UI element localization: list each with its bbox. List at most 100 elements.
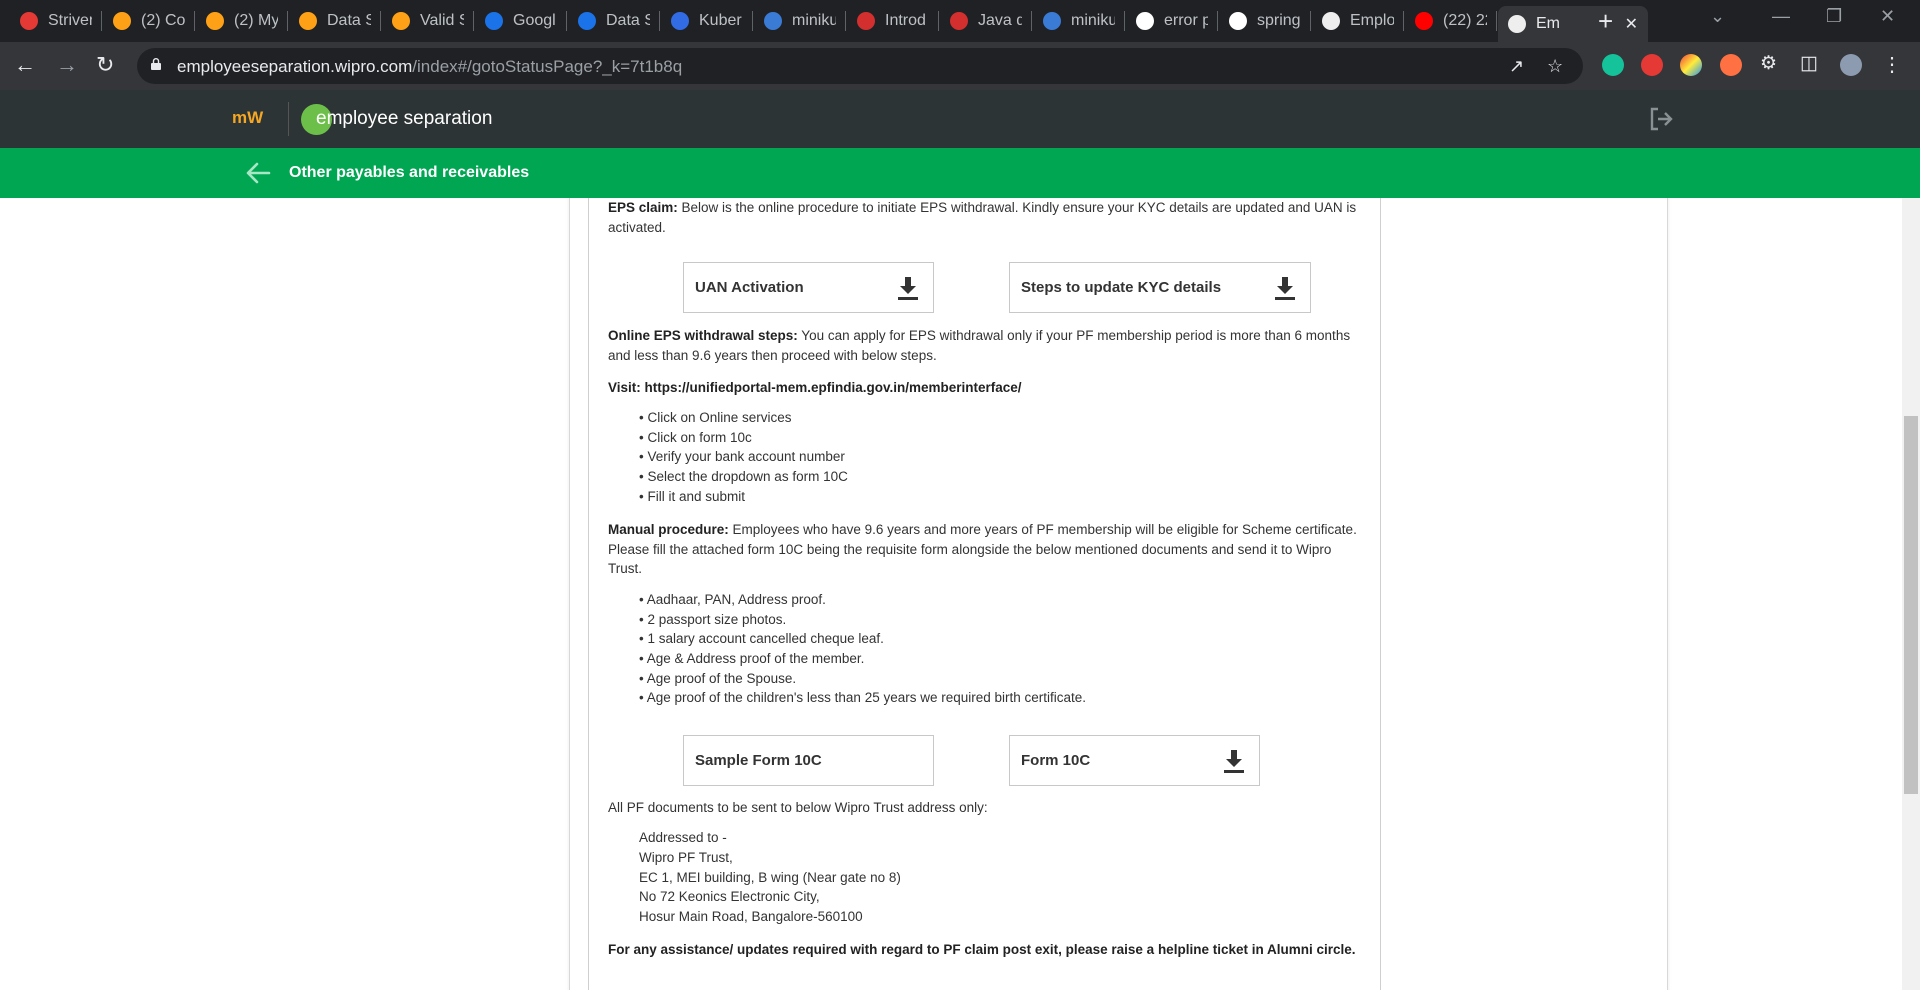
- browser-tab[interactable]: error p: [1126, 7, 1208, 35]
- browser-tab-title: (2) My: [234, 12, 278, 29]
- list-item: • 2 passport size photos.: [639, 612, 787, 627]
- leetcode-icon: [206, 12, 224, 30]
- tab-separator: [473, 11, 474, 31]
- browser-tab[interactable]: spring: [1219, 7, 1301, 35]
- list-item: • Aadhaar, PAN, Address proof.: [639, 592, 826, 607]
- restore-icon[interactable]: ❐: [1826, 6, 1842, 27]
- close-tab-icon[interactable]: ✕: [1625, 14, 1638, 34]
- tab-separator: [1031, 11, 1032, 31]
- share-icon[interactable]: ↗: [1509, 56, 1524, 77]
- list-item: • Fill it and submit: [639, 489, 746, 504]
- browser-tab[interactable]: Data S: [568, 7, 650, 35]
- tab-separator: [1310, 11, 1311, 31]
- back-icon[interactable]: ←: [14, 52, 36, 78]
- browser-tab[interactable]: Kuber: [661, 7, 743, 35]
- download-icon: [1224, 750, 1244, 773]
- browser-tab[interactable]: Introd: [847, 7, 929, 35]
- back-arrow-icon[interactable]: [245, 161, 271, 185]
- download-icon: [1275, 277, 1295, 300]
- menu-kebab-icon[interactable]: ⋮: [1882, 52, 1902, 77]
- browser-tab[interactable]: Data S: [289, 7, 371, 35]
- browser-tab-title: Googl: [513, 12, 556, 29]
- reload-icon[interactable]: ↻: [96, 52, 114, 78]
- kyc-details-button[interactable]: Steps to update KYC details: [1009, 262, 1311, 313]
- minimize-icon[interactable]: —: [1772, 6, 1790, 27]
- browser-tab[interactable]: miniku: [1033, 7, 1115, 35]
- grammarly-icon[interactable]: [1602, 54, 1624, 76]
- form-10c-label: Form 10C: [1021, 752, 1091, 769]
- page-subheader: Other payables and receivables: [0, 148, 1920, 198]
- browser-toolbar: ← → ↻ employeeseparation.wipro.com/index…: [0, 42, 1920, 90]
- forward-icon[interactable]: →: [56, 52, 78, 78]
- tab-separator: [938, 11, 939, 31]
- profile-avatar[interactable]: [1840, 54, 1862, 76]
- tab-separator: [1403, 11, 1404, 31]
- extension-hand-icon[interactable]: [1641, 54, 1663, 76]
- browser-tab-title: (2) Co: [141, 12, 185, 29]
- logout-icon[interactable]: [1648, 106, 1674, 132]
- list-item: • Verify your bank account number: [639, 449, 845, 464]
- browser-tab-title: Introd: [885, 12, 926, 29]
- browser-tab-title: spring: [1257, 12, 1301, 29]
- page-scrollbar-thumb[interactable]: [1904, 416, 1918, 794]
- wipro-icon: [1322, 12, 1340, 30]
- browser-tab[interactable]: Valid S: [382, 7, 464, 35]
- close-window-icon[interactable]: ✕: [1880, 6, 1895, 27]
- github-icon: [1136, 12, 1154, 30]
- browser-tab-title: Striver: [48, 12, 92, 29]
- browser-tab[interactable]: Em ✕: [1498, 6, 1648, 42]
- browser-tab-title: Em: [1536, 15, 1560, 32]
- visit-link[interactable]: Visit: https://unifiedportal-mem.epfindi…: [608, 378, 1360, 398]
- new-tab-icon[interactable]: +: [1598, 6, 1613, 37]
- browser-tab-title: Java d: [978, 12, 1022, 29]
- sample-form-10c-button[interactable]: Sample Form 10C: [683, 735, 934, 786]
- at-icon: [578, 12, 596, 30]
- tab-separator: [566, 11, 567, 31]
- app-title: employee separation: [316, 108, 493, 129]
- address-bar[interactable]: employeeseparation.wipro.com/index#/goto…: [137, 48, 1583, 84]
- kyc-details-label: Steps to update KYC details: [1021, 279, 1222, 296]
- extensions-puzzle-icon[interactable]: ⚙: [1760, 52, 1777, 75]
- side-panel-icon[interactable]: ◫: [1800, 52, 1818, 75]
- browser-tab[interactable]: miniku: [754, 7, 836, 35]
- form-10c-button[interactable]: Form 10C: [1009, 735, 1260, 786]
- browser-tab-title: miniku: [792, 12, 836, 29]
- list-item: • Age proof of the children's less than …: [639, 690, 1087, 705]
- browser-tab[interactable]: Emplo: [1312, 7, 1394, 35]
- list-item: • Select the dropdown as form 10C: [639, 469, 848, 484]
- content-area: EPS claim: Below is the online procedure…: [0, 198, 1902, 990]
- tab-separator: [380, 11, 381, 31]
- address-line: Addressed to -: [639, 830, 727, 845]
- tab-separator: [752, 11, 753, 31]
- uan-activation-button[interactable]: UAN Activation: [683, 262, 934, 313]
- download-icon: [898, 277, 918, 300]
- tab-search-icon[interactable]: ⌄: [1710, 6, 1725, 27]
- address-line: Wipro PF Trust,: [639, 850, 733, 865]
- browser-tab[interactable]: Java d: [940, 7, 1022, 35]
- browser-tab-strip: Striver (2) Co (2) My Data S Valid S Googl Dat…: [0, 0, 1920, 42]
- online-eps-paragraph: Online EPS withdrawal steps: You can app…: [608, 328, 1351, 363]
- lock-icon: [151, 58, 161, 70]
- tab-separator: [659, 11, 660, 31]
- alarm-icon[interactable]: [1720, 54, 1742, 76]
- browser-tab[interactable]: (2) My: [196, 7, 278, 35]
- url-text: employeeseparation.wipro.com/index#/goto…: [177, 57, 683, 76]
- browser-tab[interactable]: (2) Co: [103, 7, 185, 35]
- tab-separator: [194, 11, 195, 31]
- browser-tab[interactable]: (22) 22: [1405, 7, 1487, 35]
- address-line: Hosur Main Road, Bangalore-560100: [639, 909, 863, 924]
- browser-tab[interactable]: Striver: [10, 7, 92, 35]
- browser-tab[interactable]: Googl: [475, 7, 557, 35]
- color-picker-icon[interactable]: [1680, 54, 1702, 76]
- address-line: No 72 Keonics Electronic City,: [639, 889, 820, 904]
- bookmark-star-icon[interactable]: ☆: [1547, 56, 1563, 77]
- assistance-note: For any assistance/ updates required wit…: [608, 942, 1356, 957]
- browser-tab-title: miniku: [1071, 12, 1115, 29]
- leetcode-icon: [299, 12, 317, 30]
- uan-activation-label: UAN Activation: [695, 279, 804, 296]
- browser-tab-title: Kuber: [699, 12, 742, 29]
- address-intro: All PF documents to be sent to below Wip…: [608, 800, 988, 815]
- tab-separator: [1496, 11, 1497, 31]
- manual-procedure-paragraph: Manual procedure: Employees who have 9.6…: [608, 522, 1357, 577]
- tab-separator: [845, 11, 846, 31]
